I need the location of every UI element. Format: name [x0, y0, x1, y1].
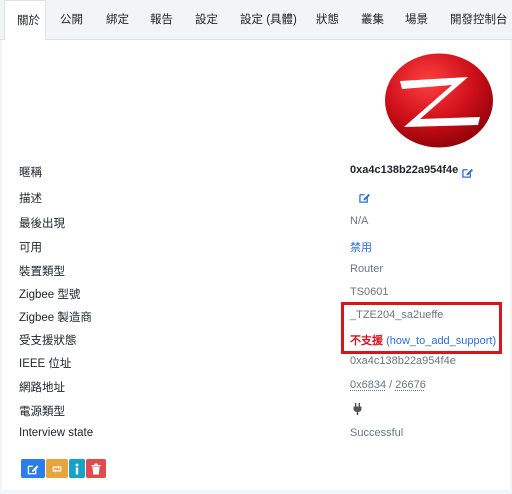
- tab-settings[interactable]: 設定: [195, 0, 218, 40]
- power-source-label: 電源類型: [19, 406, 65, 418]
- tab-state[interactable]: 狀態: [316, 0, 339, 40]
- tab-exposes[interactable]: 公開: [60, 0, 83, 40]
- tab-about[interactable]: 關於: [4, 0, 46, 41]
- remove-button[interactable]: [86, 459, 106, 478]
- network-address-hex: 0x6834: [350, 379, 387, 391]
- tab-bar: 關於 公開 綁定 報告 設定 設定 (具體) 狀態 叢集 場景 開發控制台: [0, 0, 512, 41]
- tab-scene[interactable]: 場景: [405, 0, 428, 40]
- reconfigure-button[interactable]: [46, 459, 68, 478]
- ieee-address-label: IEEE 位址: [19, 358, 72, 370]
- network-address-label: 網路地址: [19, 382, 65, 394]
- tab-dev-console[interactable]: 開發控制台: [450, 0, 508, 40]
- plug-icon: [353, 403, 362, 415]
- tab-reporting[interactable]: 報告: [150, 0, 173, 40]
- last-seen-label: 最後出現: [19, 218, 65, 230]
- ieee-address-value: 0xa4c138b22a954f4e: [350, 355, 456, 367]
- network-address-dec: 26676: [395, 379, 426, 391]
- edit-button[interactable]: [21, 459, 45, 478]
- zigbee-model-label: Zigbee 型號: [19, 289, 81, 301]
- reconfigure-icon: [52, 464, 62, 473]
- device-type-value: Router: [350, 263, 384, 275]
- tab-settings-specific[interactable]: 設定 (具體): [240, 0, 297, 40]
- last-seen-value: N/A: [350, 215, 369, 227]
- availability-link[interactable]: 禁用: [350, 239, 372, 255]
- edit-description-icon[interactable]: [359, 192, 370, 203]
- highlight-box: [341, 302, 502, 354]
- trash-icon: [91, 463, 101, 474]
- interview-state-label: Interview state: [19, 427, 94, 439]
- support-status-label: 受支援狀態: [19, 335, 77, 347]
- interview-state-value: Successful: [350, 427, 404, 439]
- tab-clusters[interactable]: 叢集: [361, 0, 384, 40]
- info-icon: [75, 463, 79, 474]
- interview-button[interactable]: [69, 459, 85, 478]
- availability-label: 可用: [19, 242, 42, 254]
- edit-icon: [27, 464, 39, 474]
- description-label: 描述: [19, 193, 42, 205]
- edit-icon[interactable]: [462, 167, 473, 178]
- device-type-label: 裝置類型: [19, 266, 65, 278]
- network-address-value: 0x6834 / 26676: [350, 379, 426, 391]
- friendly-name-label: 暱稱: [19, 167, 42, 179]
- zigbee-model-value[interactable]: TS0601: [350, 286, 389, 298]
- friendly-name-value: 0xa4c138b22a954f4e: [350, 164, 459, 176]
- zigbee-logo: [385, 53, 493, 148]
- zigbee-manufacturer-label: Zigbee 製造商: [19, 312, 92, 324]
- network-address-separator: /: [386, 379, 396, 391]
- tab-bind[interactable]: 綁定: [106, 0, 129, 40]
